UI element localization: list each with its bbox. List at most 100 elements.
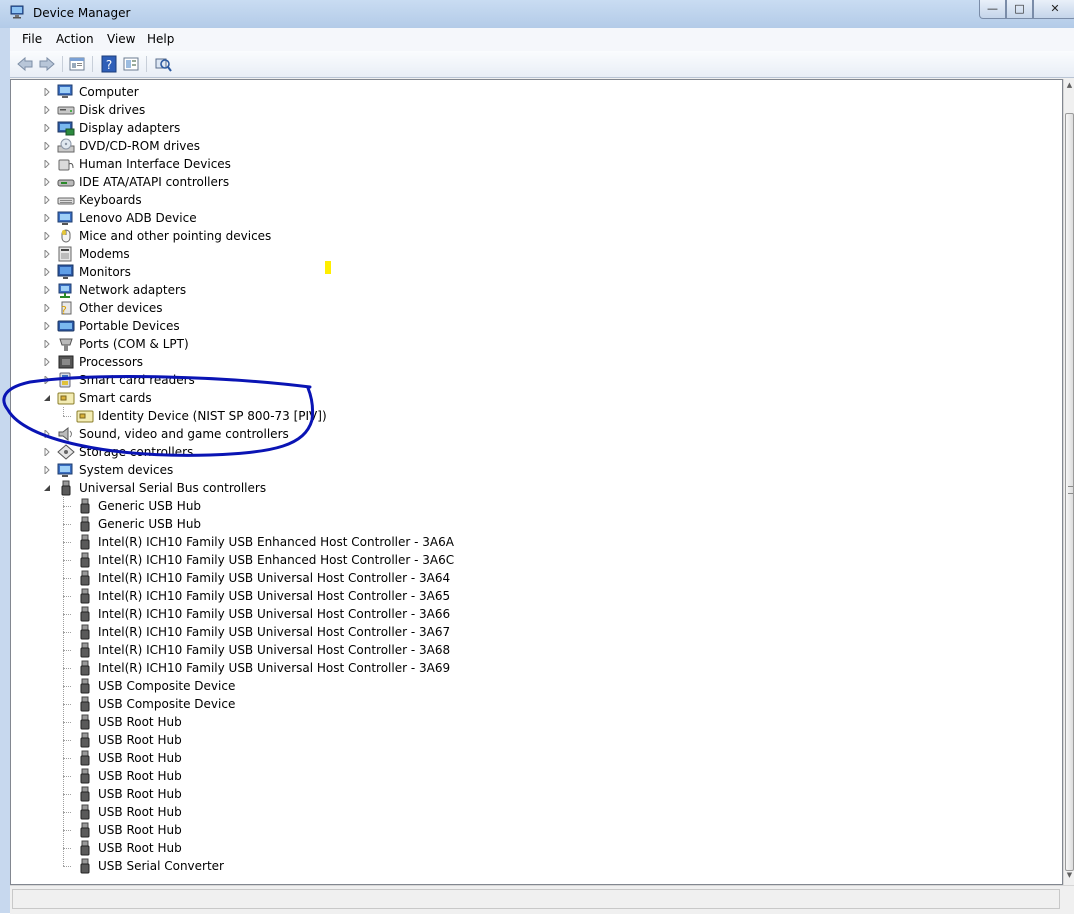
scroll-grip-icon — [1068, 486, 1073, 494]
tree-connector — [63, 686, 71, 687]
smart-card-reader-icon — [59, 372, 71, 388]
tree-category-label: Processors — [79, 355, 144, 369]
tree-connector — [63, 560, 71, 561]
help-icon[interactable]: ? — [100, 55, 118, 73]
usb-device-icon — [80, 588, 90, 604]
tree-device-label: Intel(R) ICH10 Family USB Universal Host… — [98, 661, 451, 675]
expand-arrow-icon[interactable] — [43, 106, 51, 114]
expand-arrow-icon[interactable] — [43, 322, 51, 330]
sound-icon — [58, 426, 72, 442]
device-tree[interactable]: Computer Disk drives Display adapters DVD/C… — [10, 79, 1063, 885]
computer-icon — [57, 84, 73, 98]
expand-arrow-icon[interactable] — [43, 124, 51, 132]
menu-help[interactable]: Help — [147, 32, 174, 46]
usb-device-icon — [80, 534, 90, 550]
minimize-button[interactable]: — — [979, 0, 1006, 19]
display-adapter-icon — [57, 121, 75, 136]
expand-arrow-icon[interactable] — [43, 376, 51, 384]
storage-controller-icon — [57, 444, 75, 460]
tree-device-label: Generic USB Hub — [98, 499, 202, 513]
scroll-thumb[interactable] — [1065, 113, 1074, 871]
usb-device-icon — [80, 552, 90, 568]
tree-connector — [63, 407, 64, 416]
maximize-button[interactable]: □ — [1006, 0, 1033, 19]
close-button[interactable]: ✕ — [1033, 0, 1074, 19]
expand-arrow-icon[interactable] — [43, 430, 51, 438]
menu-file[interactable]: File — [22, 32, 42, 46]
network-adapter-icon — [58, 283, 72, 298]
device-manager-icon — [10, 5, 24, 19]
tree-device-label: USB Composite Device — [98, 697, 236, 711]
vertical-scrollbar[interactable]: ▲ ▼ — [1063, 79, 1074, 885]
tree-category-label: Ports (COM & LPT) — [79, 337, 189, 351]
usb-icon — [61, 480, 71, 496]
expand-arrow-icon[interactable] — [43, 178, 51, 186]
system-device-icon — [57, 463, 73, 477]
tree-device-label: USB Root Hub — [98, 751, 182, 765]
toolbar-separator — [62, 56, 63, 72]
expand-arrow-icon[interactable] — [43, 232, 51, 240]
tree-category-label: Display adapters — [79, 121, 181, 135]
tree-device-label: USB Root Hub — [98, 805, 182, 819]
adb-device-icon — [57, 211, 73, 225]
tree-connector — [63, 758, 71, 759]
dvd-icon — [57, 138, 75, 153]
tree-device-label: Intel(R) ICH10 Family USB Universal Host… — [98, 571, 451, 585]
expand-arrow-icon[interactable] — [43, 358, 51, 366]
expand-arrow-icon[interactable] — [43, 196, 51, 204]
usb-device-icon — [80, 750, 90, 766]
tree-connector — [63, 578, 71, 579]
view-icon[interactable] — [122, 55, 140, 73]
expand-arrow-icon[interactable] — [43, 142, 51, 150]
expand-arrow-icon[interactable] — [43, 160, 51, 168]
tree-connector — [63, 830, 71, 831]
scroll-down-arrow-icon[interactable]: ▼ — [1065, 871, 1074, 883]
usb-device-icon — [80, 714, 90, 730]
usb-device-icon — [80, 642, 90, 658]
tree-category-label: Universal Serial Bus controllers — [79, 481, 267, 495]
tree-device-label: USB Root Hub — [98, 769, 182, 783]
expand-arrow-icon[interactable] — [43, 214, 51, 222]
keyboard-icon — [57, 197, 75, 205]
tree-device-label: Intel(R) ICH10 Family USB Universal Host… — [98, 643, 451, 657]
tree-connector — [63, 722, 71, 723]
tree-category-label: Smart cards — [79, 391, 152, 405]
expand-arrow-icon[interactable] — [43, 466, 51, 474]
tree-connector — [63, 497, 64, 866]
expand-arrow-icon[interactable] — [43, 304, 51, 312]
tree-connector — [63, 794, 71, 795]
tree-category-label: System devices — [79, 463, 174, 477]
expand-arrow-icon[interactable] — [43, 250, 51, 258]
tree-category-label: Storage controllers — [79, 445, 194, 459]
tree-connector — [63, 866, 71, 867]
back-icon[interactable] — [16, 55, 34, 73]
usb-device-icon — [80, 624, 90, 640]
expand-arrow-icon[interactable] — [43, 340, 51, 348]
title-bar: Device Manager — □ ✕ — [0, 0, 1074, 29]
scan-hardware-icon[interactable] — [154, 55, 172, 73]
tree-connector — [63, 614, 71, 615]
menu-action[interactable]: Action — [56, 32, 94, 46]
menu-view[interactable]: View — [107, 32, 135, 46]
tree-connector — [63, 650, 71, 651]
tree-connector — [63, 740, 71, 741]
tree-device-label: USB Root Hub — [98, 715, 182, 729]
tree-device-label: USB Root Hub — [98, 823, 182, 837]
expand-arrow-icon[interactable] — [43, 268, 51, 276]
modem-icon — [58, 246, 72, 262]
expand-arrow-icon[interactable] — [43, 286, 51, 294]
port-icon — [59, 338, 73, 351]
svg-text:?: ? — [61, 304, 67, 316]
forward-icon[interactable] — [38, 55, 56, 73]
scroll-up-arrow-icon[interactable]: ▲ — [1065, 81, 1074, 93]
properties-icon[interactable] — [68, 55, 86, 73]
tree-device-label: Intel(R) ICH10 Family USB Enhanced Host … — [98, 535, 454, 549]
tree-device-label: Identity Device (NIST SP 800-73 [PIV]) — [98, 409, 327, 423]
tree-category-label: Smart card readers — [79, 373, 195, 387]
collapse-arrow-icon[interactable] — [43, 394, 51, 402]
expand-arrow-icon[interactable] — [43, 88, 51, 96]
tree-category-label: Monitors — [79, 265, 131, 279]
collapse-arrow-icon[interactable] — [43, 484, 51, 492]
tree-connector — [63, 776, 71, 777]
expand-arrow-icon[interactable] — [43, 448, 51, 456]
